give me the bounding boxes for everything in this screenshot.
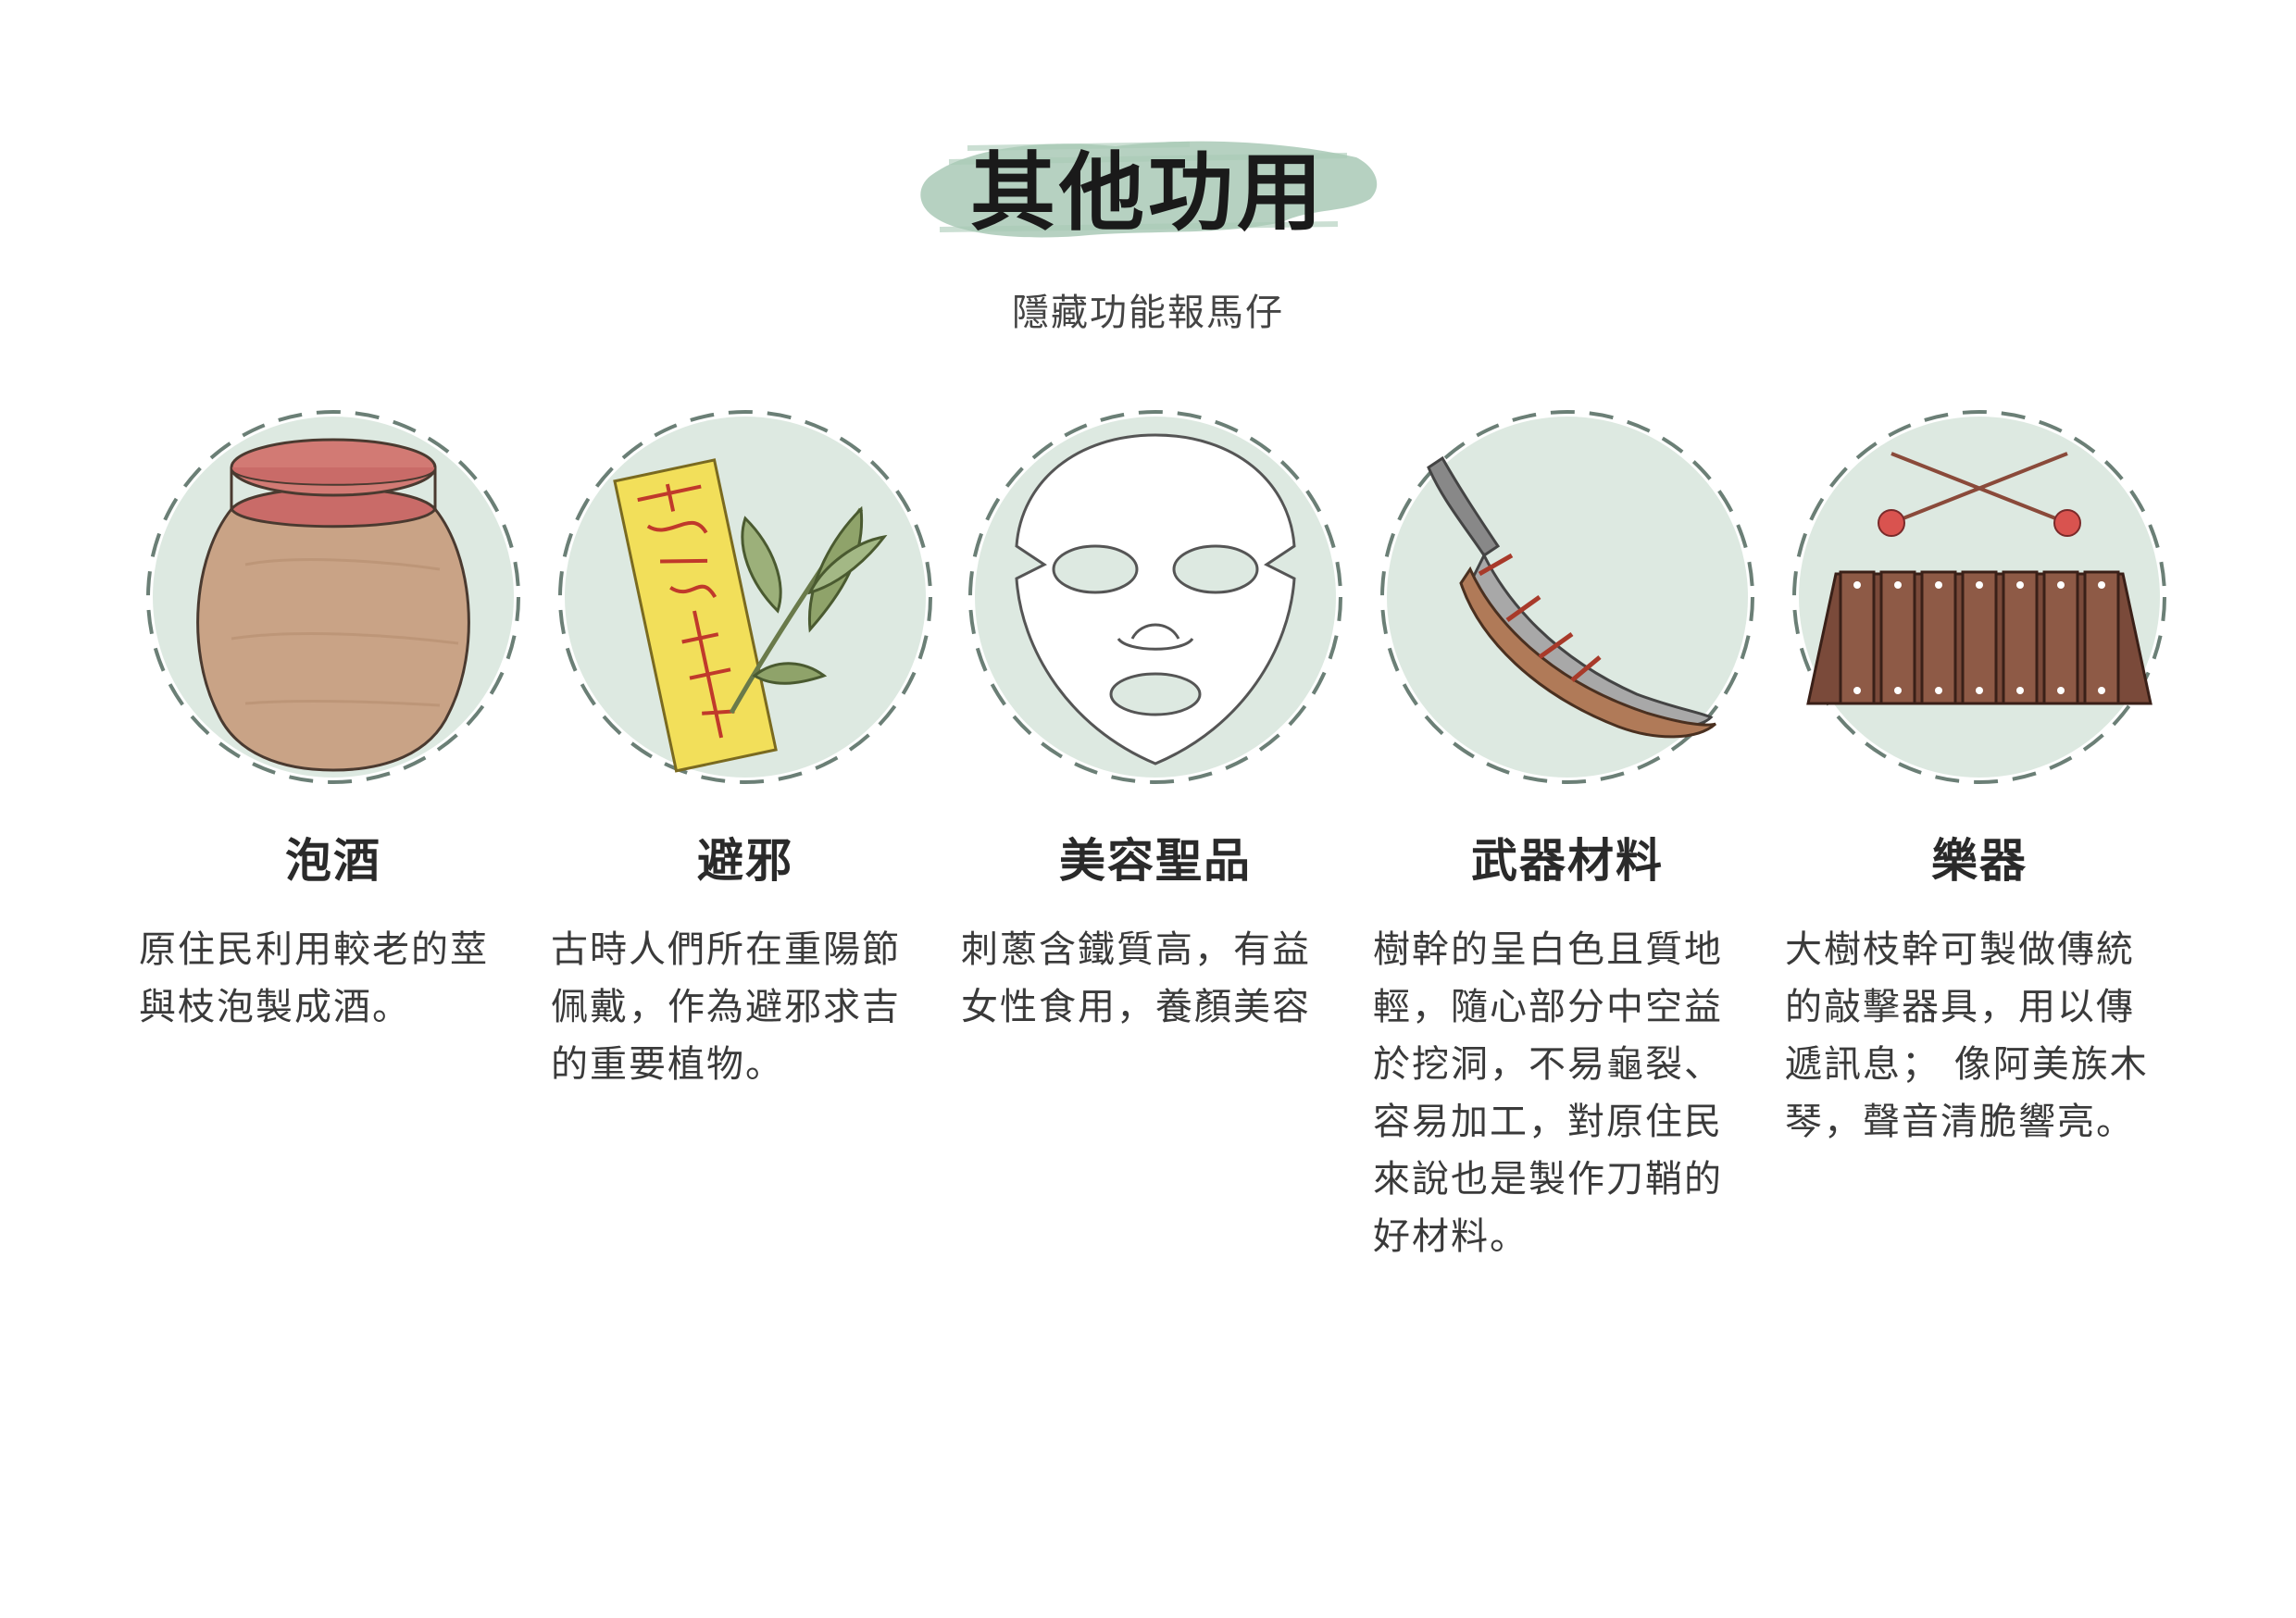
- card-title: 美容聖品: [1059, 834, 1252, 888]
- page-title: 其他功用: [969, 143, 1326, 243]
- knife-sheath-icon: [1378, 407, 1757, 787]
- face-mask-icon: [966, 407, 1345, 787]
- card-title: 避邪: [697, 834, 793, 888]
- card-title: 武器材料: [1471, 834, 1664, 888]
- xylophone-icon: [1790, 407, 2169, 787]
- header: 其他功用 隱藏功能報馬仔: [0, 0, 2296, 352]
- card-description: 大樹枝幹可製做傳統 的敲擊器具，用以傳 遞訊息； 像阿美族木 琴，聲音清脆響亮。: [1785, 928, 2149, 1143]
- talisman-leaf-icon: [555, 407, 935, 787]
- card-description: 原住民利用較老的莖 與枝泡製成酒。: [139, 928, 489, 1028]
- wine-jar-icon: [144, 407, 523, 787]
- card-description: 樹幹的呈白色且質地 輕，隨心部分中空益 於挖洞，不易龜裂、 容易加工，對原住民 …: [1373, 928, 1723, 1258]
- card-title: 泡酒: [285, 834, 381, 888]
- page-subtitle: 隱藏功能報馬仔: [1012, 292, 1284, 334]
- card-description: 刺蔥含鐵質高，有益 女性食用，養顏美容: [961, 928, 1311, 1028]
- card-description: 古時人們所在重陽節 佩戴，作為避邪求吉 的重要植物。: [551, 928, 901, 1086]
- card-title: 樂器: [1931, 834, 2028, 888]
